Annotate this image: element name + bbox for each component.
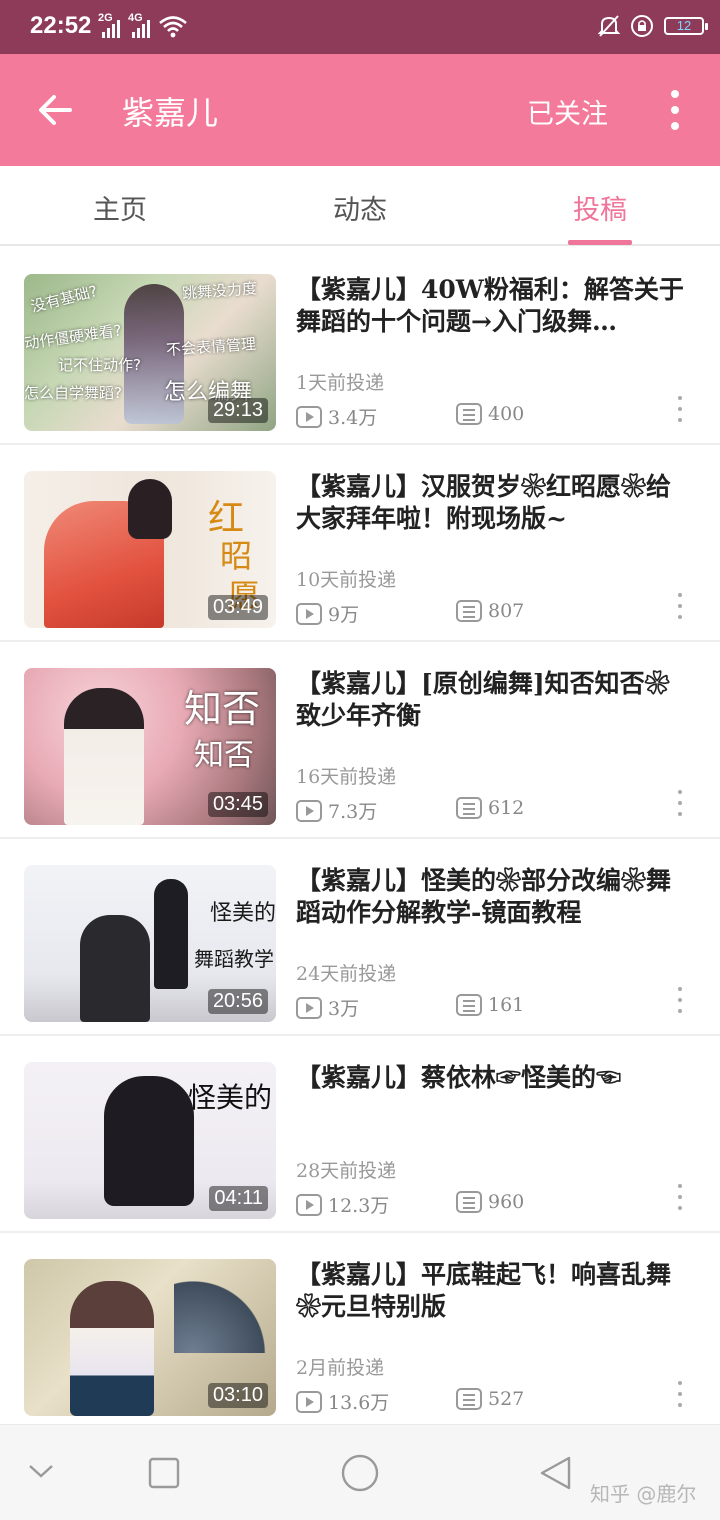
tab-submissions[interactable]: 投稿 bbox=[480, 188, 720, 227]
item-more-icon[interactable] bbox=[676, 593, 684, 619]
tab-active-indicator bbox=[568, 240, 632, 245]
item-more-icon[interactable] bbox=[676, 1184, 684, 1210]
video-title[interactable]: 【紫嘉儿】[原创编舞]知否知否❀致少年齐衡 bbox=[296, 668, 694, 732]
video-title[interactable]: 【紫嘉儿】平底鞋起飞！响喜乱舞❀元旦特别版 bbox=[296, 1259, 694, 1323]
video-thumbnail[interactable]: 怪美的 04:11 bbox=[24, 1062, 276, 1219]
comment-icon bbox=[456, 1388, 482, 1410]
video-title[interactable]: 【紫嘉儿】怪美的❀部分改编❀舞蹈动作分解教学-镜面教程 bbox=[296, 865, 694, 929]
video-title[interactable]: 【紫嘉儿】汉服贺岁❀红昭愿❀给大家拜年啦！附现场版~ bbox=[296, 471, 694, 535]
video-item[interactable]: 怪美的 04:11 【紫嘉儿】蔡依林☞怪美的☜ 28天前投递 12.3万 960 bbox=[0, 1036, 720, 1233]
play-icon bbox=[296, 1390, 322, 1413]
video-item[interactable]: 03:10 【紫嘉儿】平底鞋起飞！响喜乱舞❀元旦特别版 2月前投递 13.6万 … bbox=[0, 1233, 720, 1430]
page-title: 紫嘉儿 bbox=[122, 94, 219, 132]
item-more-icon[interactable] bbox=[676, 1381, 684, 1407]
play-icon bbox=[296, 1193, 322, 1216]
video-duration: 03:45 bbox=[207, 792, 268, 817]
video-posted-time: 10天前投递 bbox=[296, 569, 397, 591]
video-posted-time: 28天前投递 bbox=[296, 1160, 397, 1182]
watermark: 知乎 @鹿尔 bbox=[590, 1482, 697, 1506]
video-list: 没有基础? 跳舞没力度 动作僵硬难看? 记不住动作? 不会表情管理 怎么自学舞蹈… bbox=[0, 248, 720, 1430]
video-posted-time: 16天前投递 bbox=[296, 766, 397, 788]
lock-rotation-icon bbox=[631, 15, 653, 37]
back-triangle-icon[interactable] bbox=[538, 1455, 572, 1491]
comment-icon bbox=[456, 403, 482, 425]
signal-4g-icon: 4G bbox=[128, 12, 150, 38]
video-duration: 03:10 bbox=[207, 1383, 268, 1408]
video-posted-time: 24天前投递 bbox=[296, 963, 397, 985]
video-item[interactable]: 没有基础? 跳舞没力度 动作僵硬难看? 记不住动作? 不会表情管理 怎么自学舞蹈… bbox=[0, 248, 720, 445]
recent-apps-icon[interactable] bbox=[148, 1457, 180, 1489]
comment-count: 400 bbox=[456, 403, 524, 425]
item-more-icon[interactable] bbox=[676, 396, 684, 422]
item-more-icon[interactable] bbox=[676, 790, 684, 816]
video-item[interactable]: 怪美的 舞蹈教学 20:56 【紫嘉儿】怪美的❀部分改编❀舞蹈动作分解教学-镜面… bbox=[0, 839, 720, 1036]
video-item[interactable]: 知否 知否 03:45 【紫嘉儿】[原创编舞]知否知否❀致少年齐衡 16天前投递… bbox=[0, 642, 720, 839]
tab-activity[interactable]: 动态 bbox=[240, 188, 480, 227]
play-icon bbox=[296, 799, 322, 822]
comment-icon bbox=[456, 797, 482, 819]
app-header: 紫嘉儿 已关注 bbox=[0, 54, 720, 166]
video-duration: 03:49 bbox=[207, 595, 268, 620]
mute-bell-icon bbox=[598, 15, 620, 37]
comment-count: 960 bbox=[456, 1191, 524, 1213]
video-thumbnail[interactable]: 怪美的 舞蹈教学 20:56 bbox=[24, 865, 276, 1022]
play-icon bbox=[296, 405, 322, 428]
tab-home[interactable]: 主页 bbox=[0, 188, 240, 227]
play-count: 3万 bbox=[296, 994, 359, 1021]
comment-icon bbox=[456, 1191, 482, 1213]
play-count: 7.3万 bbox=[296, 797, 377, 824]
comment-count: 527 bbox=[456, 1388, 524, 1410]
comment-icon bbox=[456, 994, 482, 1016]
video-duration: 29:13 bbox=[207, 398, 268, 423]
more-vertical-icon[interactable] bbox=[660, 90, 690, 130]
back-arrow-icon[interactable] bbox=[32, 86, 80, 134]
follow-button[interactable]: 已关注 bbox=[527, 92, 608, 131]
video-title[interactable]: 【紫嘉儿】蔡依林☞怪美的☜ bbox=[296, 1062, 694, 1094]
comment-count: 612 bbox=[456, 797, 524, 819]
video-thumbnail[interactable]: 03:10 bbox=[24, 1259, 276, 1416]
signal-2g-icon: 2G bbox=[98, 12, 120, 38]
video-thumbnail[interactable]: 知否 知否 03:45 bbox=[24, 668, 276, 825]
wifi-icon bbox=[159, 16, 187, 38]
play-count: 3.4万 bbox=[296, 403, 377, 430]
play-count: 12.3万 bbox=[296, 1191, 389, 1218]
status-time: 22:52 bbox=[30, 12, 92, 39]
video-thumbnail[interactable]: 红 昭 愿 03:49 bbox=[24, 471, 276, 628]
battery-icon: 12 bbox=[664, 17, 708, 35]
play-count: 13.6万 bbox=[296, 1388, 389, 1415]
video-duration: 04:11 bbox=[209, 1186, 268, 1211]
item-more-icon[interactable] bbox=[676, 987, 684, 1013]
video-posted-time: 1天前投递 bbox=[296, 372, 385, 394]
video-duration: 20:56 bbox=[207, 989, 268, 1014]
comment-count: 161 bbox=[456, 994, 524, 1016]
video-item[interactable]: 红 昭 愿 03:49 【紫嘉儿】汉服贺岁❀红昭愿❀给大家拜年啦！附现场版~ 1… bbox=[0, 445, 720, 642]
video-thumbnail[interactable]: 没有基础? 跳舞没力度 动作僵硬难看? 记不住动作? 不会表情管理 怎么自学舞蹈… bbox=[24, 274, 276, 431]
comment-icon bbox=[456, 600, 482, 622]
tab-bar: 主页 动态 投稿 bbox=[0, 166, 720, 246]
play-count: 9万 bbox=[296, 600, 359, 627]
play-icon bbox=[296, 602, 322, 625]
chevron-down-icon[interactable] bbox=[28, 1463, 54, 1479]
video-posted-time: 2月前投递 bbox=[296, 1357, 385, 1379]
play-icon bbox=[296, 996, 322, 1019]
home-icon[interactable] bbox=[340, 1453, 380, 1493]
comment-count: 807 bbox=[456, 600, 524, 622]
status-bar: 22:52 2G 4G 12 bbox=[0, 0, 720, 54]
video-title[interactable]: 【紫嘉儿】40W粉福利：解答关于舞蹈的十个问题→入门级舞… bbox=[296, 274, 694, 338]
